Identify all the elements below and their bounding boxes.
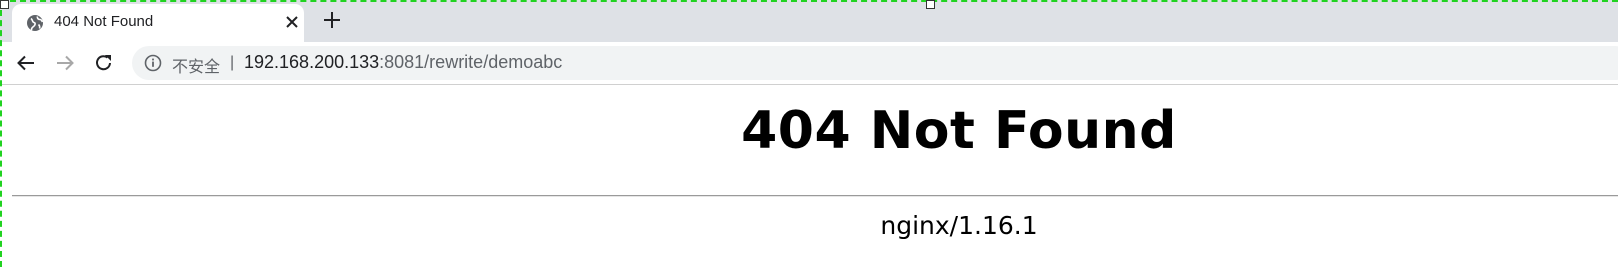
security-label[interactable]: 不安全 [172, 53, 220, 77]
close-icon[interactable] [282, 12, 302, 32]
forward-arrow-icon[interactable] [52, 50, 78, 76]
selection-border-left [0, 0, 2, 267]
horizontal-rule [12, 195, 1618, 197]
browser-toolbar: 不安全 | 192.168.200.133:8081/rewrite/demoa… [0, 42, 1618, 85]
address-separator: | [230, 54, 235, 71]
reload-icon[interactable] [91, 50, 117, 76]
server-signature: nginx/1.16.1 [880, 211, 1038, 240]
url-path: :8081/rewrite/demoabc [379, 52, 563, 72]
plus-icon[interactable] [320, 8, 344, 32]
url-host: 192.168.200.133 [244, 52, 380, 72]
back-arrow-icon[interactable] [13, 50, 39, 76]
page-heading: 404 Not Found [741, 101, 1177, 161]
url-text[interactable]: 192.168.200.133:8081/rewrite/demoabc [244, 52, 562, 73]
browser-tab[interactable]: 404 Not Found [12, 4, 304, 42]
selection-border-top [0, 0, 1618, 2]
screenshot-frame: 404 Not Found 不安全 | 192.168.200.133:8081… [0, 0, 1618, 267]
tab-strip: 404 Not Found [0, 0, 1618, 42]
tab-title: 404 Not Found [54, 13, 154, 30]
page-content: 404 Not Found nginx/1.16.1 [0, 85, 1618, 267]
globe-icon [26, 14, 44, 32]
selection-handle[interactable] [0, 0, 9, 9]
address-bar[interactable]: 不安全 | 192.168.200.133:8081/rewrite/demoa… [132, 46, 1618, 80]
selection-handle[interactable] [926, 0, 935, 9]
info-icon[interactable] [144, 54, 162, 72]
